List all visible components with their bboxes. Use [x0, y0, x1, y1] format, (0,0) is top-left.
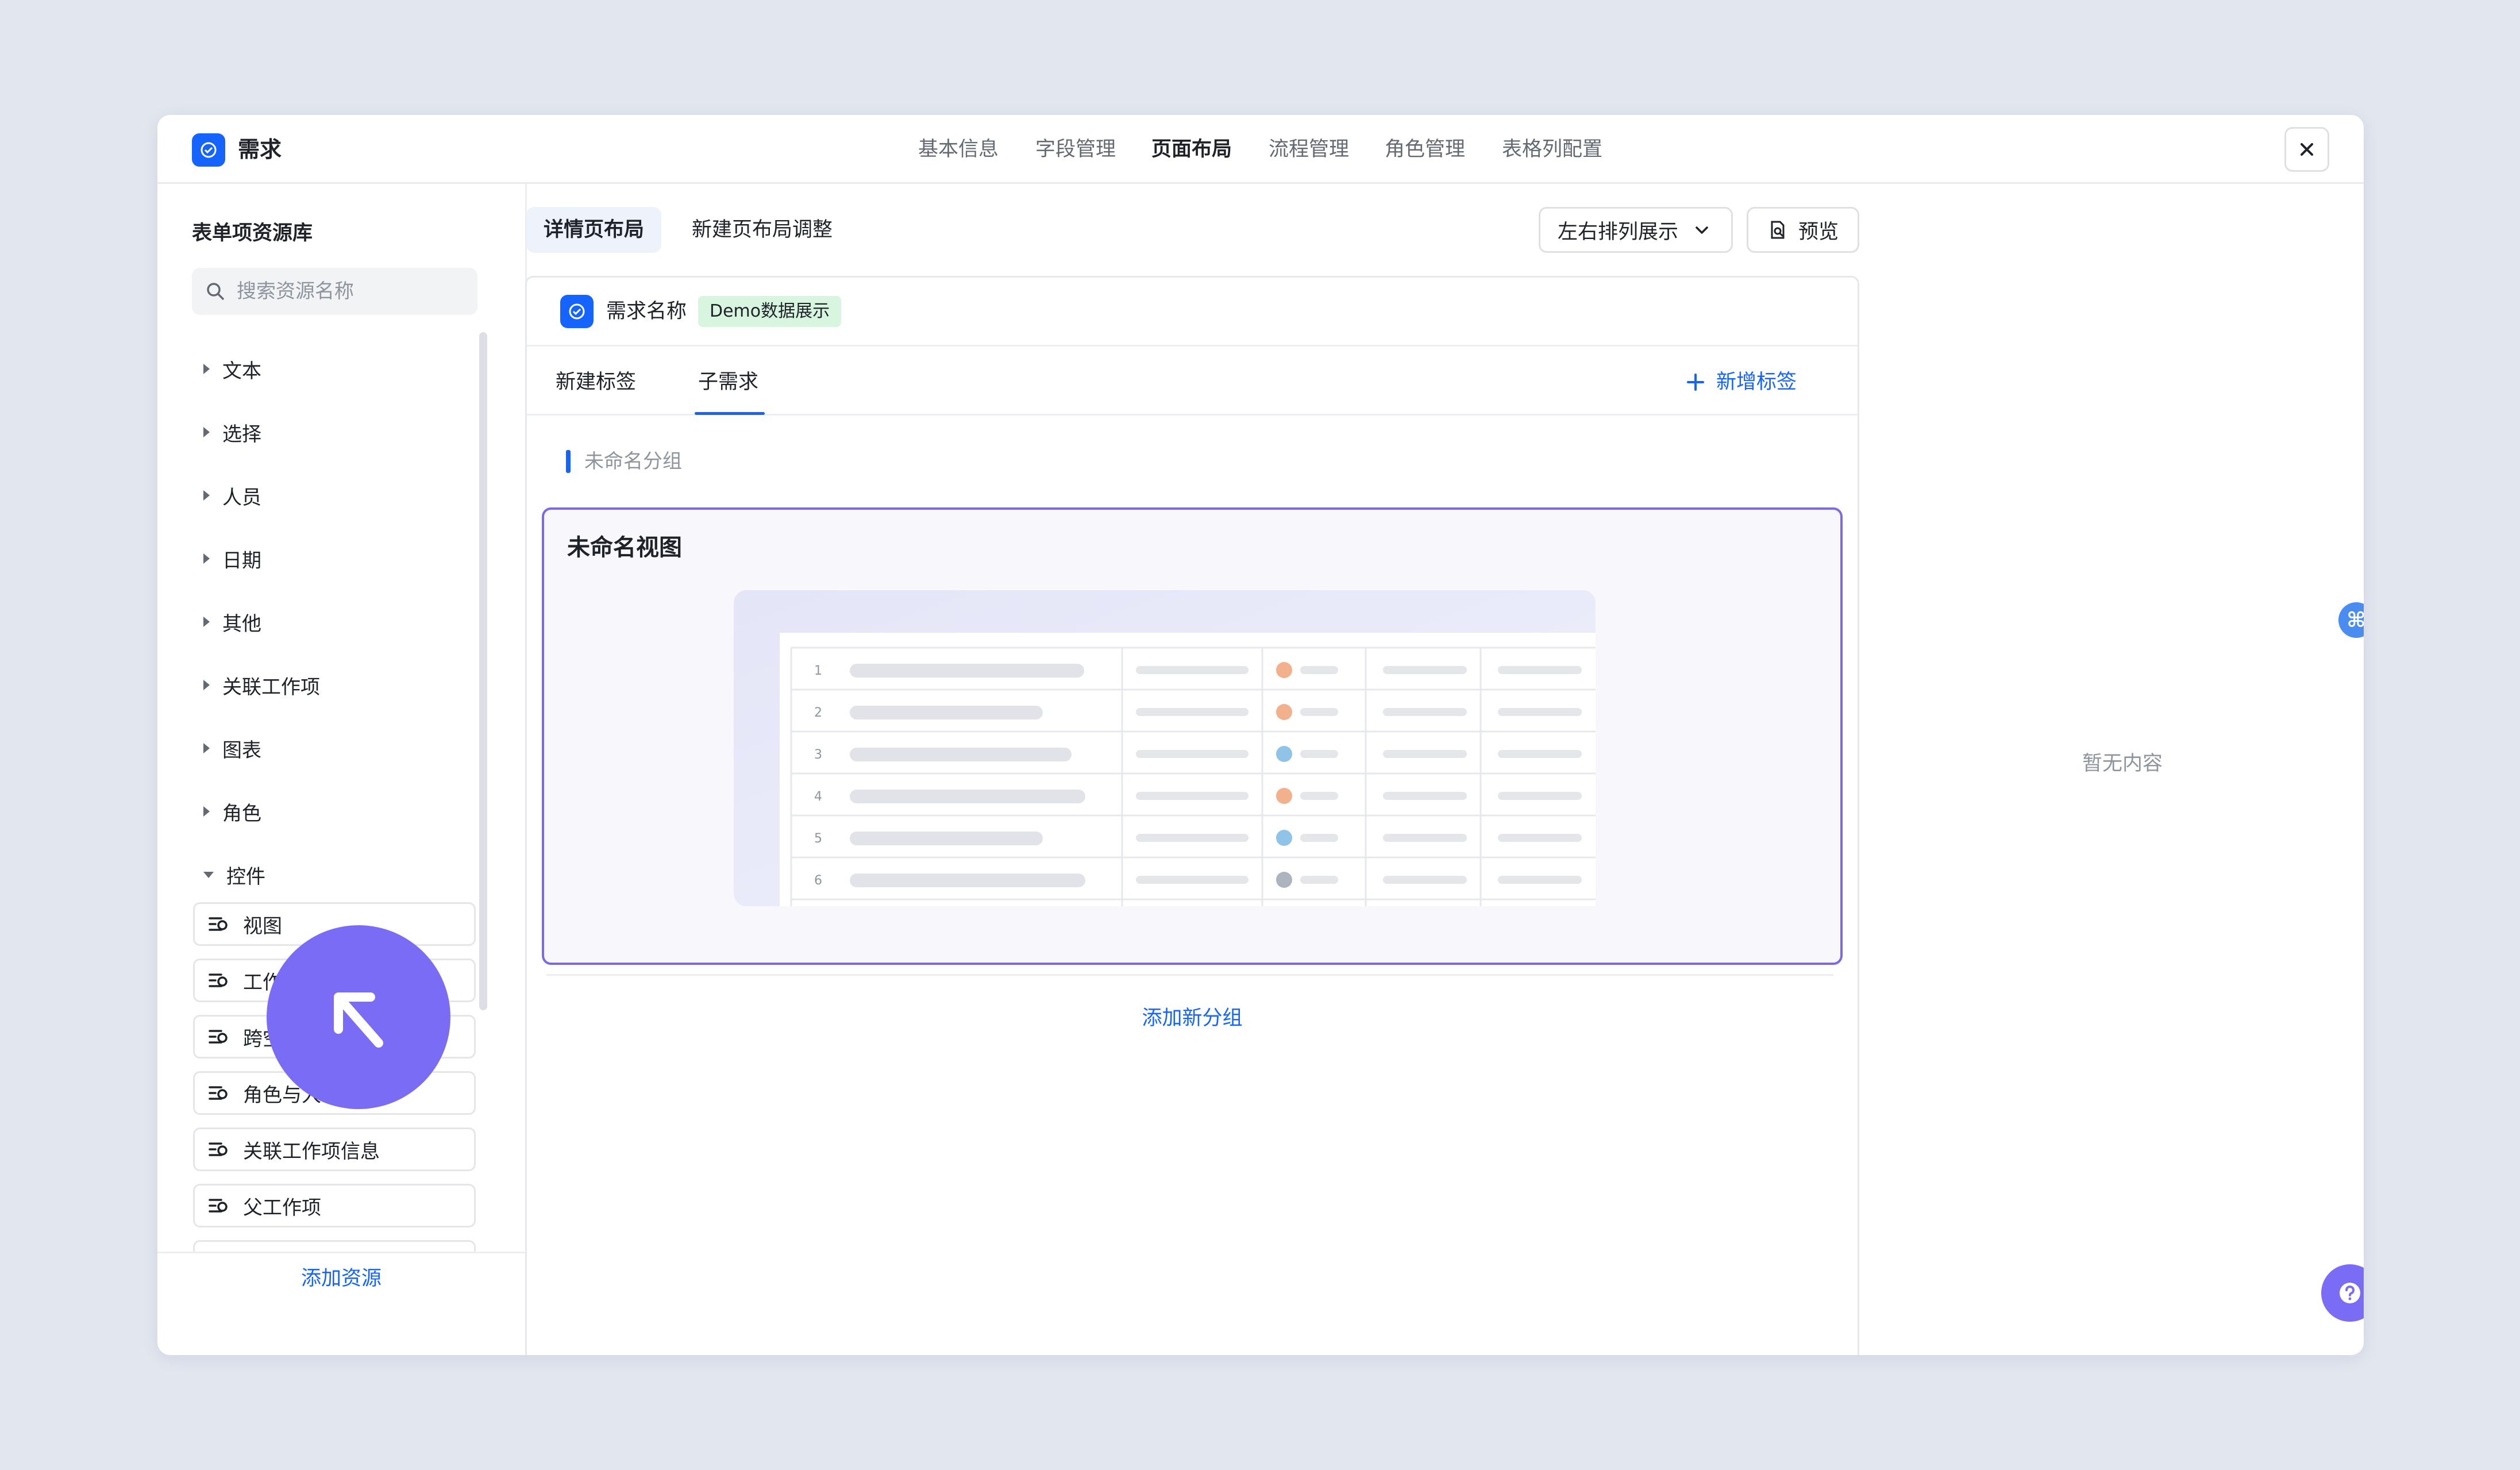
resource-library-title: 表单项资源库 [192, 222, 313, 245]
caret-right-icon [203, 743, 210, 753]
category-label: 文本 [222, 359, 261, 383]
row-number: 3 [814, 748, 822, 762]
caret-right-icon [203, 806, 210, 817]
category-label: 关联工作项 [222, 675, 320, 699]
category-other[interactable]: 其他 [203, 605, 261, 639]
category-label: 角色 [222, 802, 261, 825]
tab-role-management[interactable]: 角色管理 [1385, 131, 1465, 168]
group-divider [546, 974, 1833, 976]
tab-detail-page-layout[interactable]: 详情页布局 [526, 207, 662, 253]
sidebar-footer-divider [157, 1252, 525, 1253]
empty-state-text: 暂无内容 [2082, 752, 2163, 775]
tab-new-page-layout[interactable]: 新建页布局调整 [675, 207, 850, 253]
category-label: 图表 [222, 738, 261, 762]
arrow-up-left-icon [334, 992, 383, 1048]
active-tab-indicator [695, 412, 765, 415]
resource-search-input[interactable] [236, 279, 454, 303]
control-widget-icon [209, 917, 228, 931]
arrangement-selected: 左右排列展示 [1558, 220, 1679, 244]
tab-sub-requirement[interactable]: 子需求 [698, 366, 758, 398]
chevron-down-icon [1696, 226, 1708, 234]
control-widget-icon [209, 1086, 228, 1100]
close-icon [2301, 143, 2313, 156]
add-group-link[interactable]: 添加新分组 [527, 1002, 1858, 1031]
demo-data-tag: Demo数据展示 [698, 296, 842, 327]
caret-right-icon [203, 364, 210, 374]
row-number: 4 [814, 790, 822, 804]
category-label: 控件 [226, 865, 265, 888]
control-widget-icon [209, 973, 228, 987]
row-number: 1 [814, 664, 822, 678]
help-icon [2340, 1283, 2360, 1303]
resource-search-box[interactable] [192, 268, 477, 315]
tab-workflow-management[interactable]: 流程管理 [1269, 131, 1349, 168]
table-placeholder-illustration: 1 2 3 4 5 6 [734, 590, 1596, 906]
caret-right-icon [203, 680, 210, 690]
config-window: 需求 基本信息 字段管理 页面布局 流程管理 角色管理 表格列配置 表单项资源库… [157, 115, 2364, 1355]
plus-icon [1687, 374, 1704, 391]
search-icon [207, 283, 224, 300]
category-role[interactable]: 角色 [203, 794, 261, 829]
window-header: 需求 基本信息 字段管理 页面布局 流程管理 角色管理 表格列配置 [157, 115, 2364, 184]
view-component[interactable]: 未命名视图 1 2 3 4 5 6 [542, 507, 1843, 965]
row-number: 5 [814, 832, 822, 846]
category-text[interactable]: 文本 [203, 352, 261, 386]
requirement-icon [560, 295, 594, 328]
control-widget-icon [209, 1030, 228, 1044]
add-tag-label: 新增标签 [1716, 371, 1797, 394]
caret-right-icon [203, 553, 210, 564]
requirement-app-icon [192, 133, 225, 167]
control-widget-icon [209, 1142, 228, 1156]
preview-icon [1771, 221, 1785, 239]
card-header: 需求名称 Demo数据展示 [527, 278, 1858, 347]
add-resource-link[interactable]: 添加资源 [157, 1262, 525, 1291]
view-title: 未命名视图 [567, 534, 682, 561]
control-item-linked-work-item-info[interactable]: 关联工作项信息 [193, 1127, 476, 1171]
layout-preview-card: 需求名称 Demo数据展示 新建标签 子需求 新增标签 未命名分组 未命名视图 [525, 276, 1859, 1355]
preview-button[interactable]: 预览 [1747, 207, 1859, 253]
app-title: 需求 [238, 137, 282, 162]
control-label: 关联工作项信息 [243, 1140, 380, 1163]
caret-right-icon [203, 427, 210, 437]
sidebar-scrollbar[interactable] [479, 332, 487, 1010]
category-controls[interactable]: 控件 [203, 857, 265, 892]
control-label: 视图 [243, 914, 282, 938]
group-marker [566, 450, 571, 473]
row-number: 2 [814, 706, 822, 720]
close-button[interactable] [2284, 127, 2329, 172]
category-date[interactable]: 日期 [203, 541, 261, 576]
category-label: 日期 [222, 549, 261, 572]
tab-table-column-config[interactable]: 表格列配置 [1502, 131, 1602, 168]
category-select[interactable]: 选择 [203, 415, 261, 449]
tab-field-management[interactable]: 字段管理 [1035, 131, 1116, 168]
control-widget-icon [209, 1199, 228, 1213]
help-button[interactable] [2321, 1264, 2364, 1322]
category-label: 选择 [222, 422, 261, 446]
category-label: 其他 [222, 612, 261, 636]
category-chart[interactable]: 图表 [203, 731, 261, 765]
shortcut-icon[interactable]: ⌘ [2338, 602, 2364, 638]
requirement-name-label: 需求名称 [606, 300, 687, 323]
add-tag-button[interactable]: 新增标签 [1685, 366, 1797, 398]
control-item-parent-work-item[interactable]: 父工作项 [193, 1184, 476, 1227]
card-tabs: 新建标签 子需求 新增标签 [527, 347, 1858, 415]
row-number: 6 [814, 873, 822, 888]
tab-new-tag[interactable]: 新建标签 [556, 366, 636, 398]
tab-basic-info[interactable]: 基本信息 [918, 131, 999, 168]
tab-page-layout[interactable]: 页面布局 [1151, 131, 1232, 168]
control-label: 父工作项 [243, 1196, 321, 1219]
caret-right-icon [203, 490, 210, 501]
category-person[interactable]: 人员 [203, 478, 261, 513]
caret-down-icon [203, 871, 214, 878]
control-item-partial [193, 1240, 476, 1252]
category-label: 人员 [222, 486, 261, 509]
preview-label: 预览 [1798, 220, 1839, 244]
cursor-pointer-indicator [267, 925, 450, 1109]
caret-right-icon [203, 617, 210, 627]
group-name[interactable]: 未命名分组 [584, 445, 682, 478]
arrangement-dropdown[interactable]: 左右排列展示 [1539, 207, 1733, 253]
category-linked-work-item[interactable]: 关联工作项 [203, 668, 320, 702]
